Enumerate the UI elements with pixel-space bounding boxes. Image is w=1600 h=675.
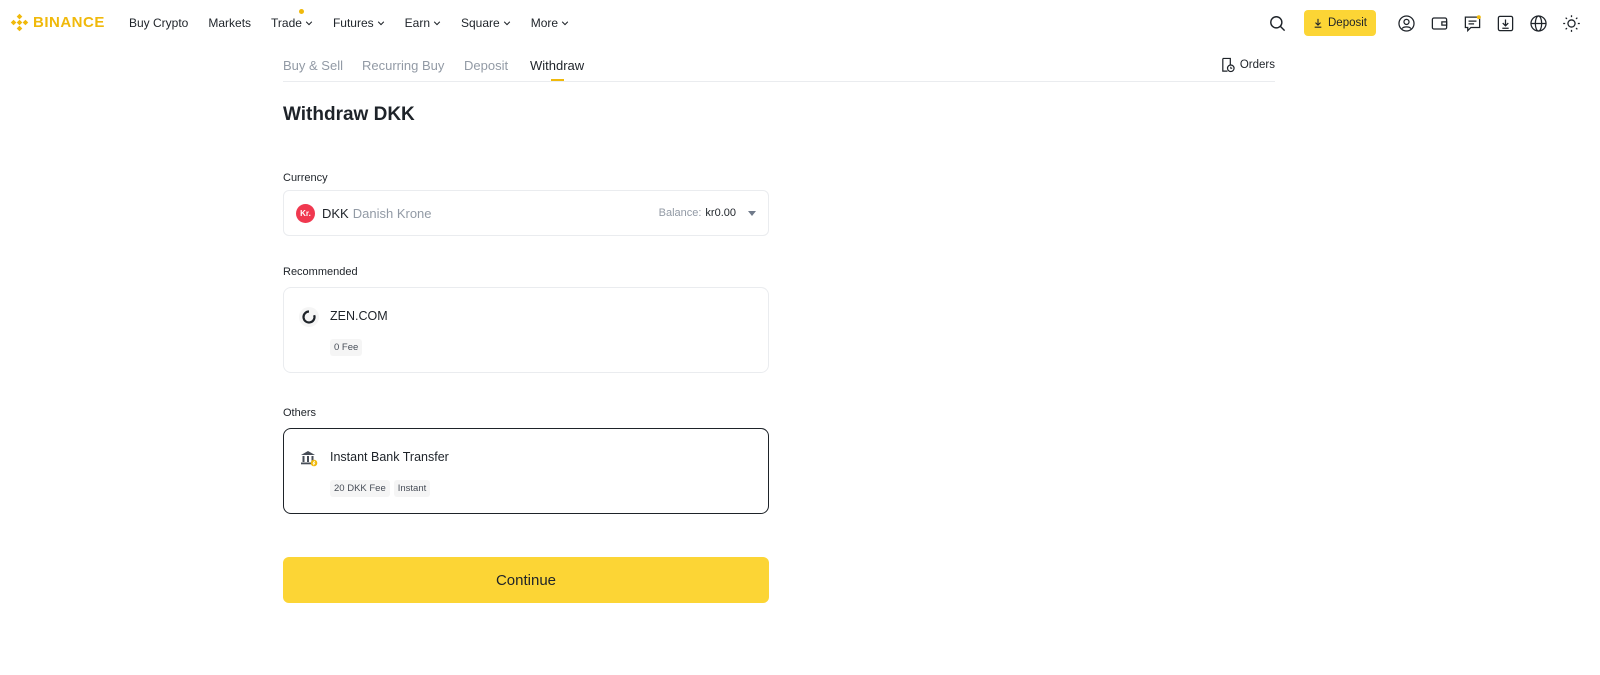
method-name: ZEN.COM: [330, 309, 388, 323]
search-icon: [1270, 15, 1286, 31]
nav-label: More: [530, 16, 559, 30]
method-tags: 20 DKK Fee Instant: [330, 480, 431, 497]
tab-withdraw[interactable]: Withdraw: [530, 58, 584, 73]
orders-icon: [1222, 57, 1235, 73]
method-tags: 0 Fee: [330, 339, 363, 356]
nav-right-tools: Deposit: [1261, 0, 1600, 46]
fee-tag: 20 DKK Fee: [330, 480, 390, 497]
method-card-instant-bank-transfer[interactable]: Instant Bank Transfer 20 DKK Fee Instant: [283, 428, 769, 514]
download-app-button[interactable]: [1489, 7, 1522, 40]
deposit-label: Deposit: [1328, 17, 1367, 29]
nav-label: Earn: [404, 16, 430, 30]
theme-toggle-button[interactable]: [1555, 7, 1588, 40]
top-navigation: BINANCE Buy Crypto Markets Trade Futures…: [0, 0, 1600, 46]
messages-icon: [1464, 14, 1481, 32]
wallet-button[interactable]: [1423, 7, 1456, 40]
chevron-down-icon: [503, 21, 510, 26]
currency-code: DKK: [322, 205, 349, 221]
nav-futures[interactable]: Futures: [333, 16, 385, 30]
active-tab-indicator: [551, 79, 564, 81]
wallet-icon: [1431, 16, 1448, 30]
bank-icon: [299, 448, 319, 468]
caret-down-icon: [748, 210, 756, 216]
chevron-down-icon: [305, 21, 313, 26]
chevron-down-icon: [561, 21, 569, 26]
notification-dot: [299, 9, 305, 14]
balance: Balance: kr0.00: [659, 207, 756, 219]
language-button[interactable]: [1522, 7, 1555, 40]
nav-buy-crypto[interactable]: Buy Crypto: [129, 16, 188, 30]
zen-logo-icon: [299, 307, 319, 327]
globe-icon: [1530, 14, 1547, 32]
nav-earn[interactable]: Earn: [405, 16, 441, 30]
balance-label: Balance:: [658, 207, 702, 219]
nav-label: Futures: [332, 16, 374, 30]
nav-label: Trade: [271, 16, 302, 30]
main-menu: Buy Crypto Markets Trade Futures Earn Sq…: [129, 0, 589, 46]
currency-select[interactable]: Kr. DKK Danish Krone Balance: kr0.00: [283, 190, 769, 236]
nav-label: Square: [461, 16, 500, 30]
currency-name: Danish Krone: [352, 205, 432, 221]
chevron-down-icon: [433, 21, 441, 26]
recommended-label: Recommended: [283, 266, 358, 278]
logo-text: BINANCE: [33, 14, 105, 31]
fee-tag: 0 Fee: [330, 339, 363, 356]
nav-markets[interactable]: Markets: [208, 16, 251, 30]
currency-label: Currency: [283, 172, 328, 184]
nav-square[interactable]: Square: [461, 16, 511, 30]
download-arrow-icon: [1314, 18, 1322, 28]
chevron-down-icon: [377, 21, 384, 26]
speed-tag: Instant: [393, 480, 431, 497]
download-icon: [1497, 15, 1514, 31]
page-title: Withdraw DKK: [283, 104, 415, 125]
nav-trade[interactable]: Trade: [271, 9, 313, 30]
method-name: Instant Bank Transfer: [330, 450, 449, 464]
binance-logo[interactable]: BINANCE: [10, 13, 105, 32]
continue-button[interactable]: Continue: [283, 557, 769, 603]
tab-buy-sell[interactable]: Buy & Sell: [283, 58, 343, 73]
account-button[interactable]: [1390, 7, 1423, 40]
nav-label: Buy Crypto: [129, 16, 189, 30]
balance-value: kr0.00: [705, 207, 736, 219]
nav-more[interactable]: More: [531, 16, 569, 30]
user-icon: [1398, 14, 1415, 32]
sun-icon: [1563, 14, 1580, 32]
method-card-zen[interactable]: ZEN.COM 0 Fee: [283, 287, 769, 373]
binance-logo-icon: [10, 13, 29, 32]
header-deposit-button[interactable]: Deposit: [1304, 10, 1376, 36]
tab-deposit[interactable]: Deposit: [464, 58, 508, 73]
orders-label: Orders: [1239, 59, 1275, 71]
tab-recurring-buy[interactable]: Recurring Buy: [362, 58, 444, 73]
sub-tabs: Buy & Sell Recurring Buy Deposit Withdra…: [283, 50, 1275, 82]
others-label: Others: [283, 407, 317, 419]
nav-label: Markets: [208, 16, 252, 30]
dkk-currency-icon: Kr.: [296, 203, 315, 223]
orders-link[interactable]: Orders: [1220, 57, 1275, 73]
search-button[interactable]: [1261, 7, 1294, 40]
messages-button[interactable]: [1456, 7, 1489, 40]
